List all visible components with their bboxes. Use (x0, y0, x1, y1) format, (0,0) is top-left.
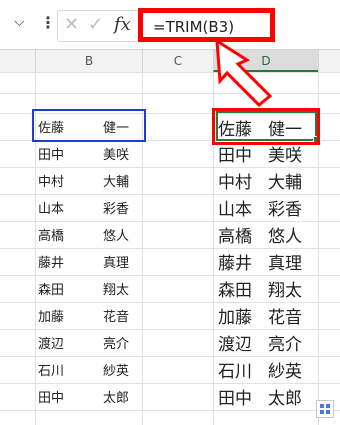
cell-given-name: 彩香 (268, 200, 302, 220)
cell-family-name: 森田 (218, 281, 252, 301)
cell-given-name: 紗英 (103, 364, 130, 379)
cell-d5[interactable]: 中村 大輔 (213, 168, 318, 194)
cell-given-name: 悠人 (103, 229, 130, 244)
cell-family-name: 中村 (38, 175, 65, 190)
namebox-dropdown-icon[interactable]: ⌵ (14, 14, 25, 30)
cell-given-name: 花音 (268, 308, 302, 328)
formula-bar: ⌵ ⋮ ✕ ✓ fx =TRIM(B3) (0, 0, 340, 49)
cell-b13[interactable]: 田中 太郎 (35, 387, 141, 413)
cell-family-name: 渡辺 (38, 337, 65, 352)
result-cell-highlight (212, 108, 320, 145)
more-options-icon[interactable]: ⋮ (40, 13, 56, 32)
column-header-e[interactable] (318, 50, 340, 72)
cell-family-name: 田中 (38, 148, 65, 163)
cell-given-name: 大輔 (268, 173, 302, 193)
cell-given-name: 真理 (268, 254, 302, 274)
cell-family-name: 渡辺 (218, 335, 252, 355)
cell-d7[interactable]: 高橋 悠人 (213, 222, 318, 248)
formula-text: =TRIM(B3) (153, 18, 235, 36)
quick-analysis-glyph (320, 404, 330, 414)
cell-b11[interactable]: 渡辺 亮介 (35, 333, 141, 359)
cell-d12[interactable]: 石川 紗英 (213, 357, 318, 383)
cell-given-name: 太郎 (103, 391, 130, 406)
cell-b5[interactable]: 中村 大輔 (35, 171, 141, 197)
quick-analysis-icon[interactable] (316, 400, 334, 418)
cell-b6[interactable]: 山本 彩香 (35, 198, 141, 224)
callout-arrow-icon (215, 38, 273, 108)
formula-input[interactable]: =TRIM(B3) (138, 8, 275, 42)
cell-given-name: 真理 (103, 256, 130, 271)
enter-icon[interactable]: ✓ (88, 14, 103, 35)
formula-controls: ✕ ✓ fx (57, 10, 139, 42)
cancel-icon[interactable]: ✕ (64, 14, 79, 35)
grid-hline (0, 72, 340, 73)
cell-b8[interactable]: 藤井 真理 (35, 252, 141, 278)
cell-family-name: 加藤 (218, 308, 252, 328)
cell-given-name: 亮介 (103, 337, 130, 352)
cell-family-name: 山本 (38, 202, 65, 217)
grid-hline (0, 93, 340, 94)
cell-b9[interactable]: 森田 翔太 (35, 279, 141, 305)
cell-family-name: 石川 (38, 364, 65, 379)
cell-family-name: 高橋 (38, 229, 65, 244)
cell-family-name: 森田 (38, 283, 65, 298)
cell-given-name: 翔太 (268, 281, 302, 301)
cell-given-name: 彩香 (103, 202, 130, 217)
cell-d10[interactable]: 加藤 花音 (213, 303, 318, 329)
cell-given-name: 花音 (103, 310, 130, 325)
cell-d11[interactable]: 渡辺 亮介 (213, 330, 318, 356)
cell-given-name: 亮介 (268, 335, 302, 355)
cell-given-name: 大輔 (103, 175, 130, 190)
cell-b4[interactable]: 田中 美咲 (35, 144, 141, 170)
cell-family-name: 加藤 (38, 310, 65, 325)
cell-given-name: 翔太 (103, 283, 130, 298)
cell-family-name: 中村 (218, 173, 252, 193)
cell-family-name: 石川 (218, 362, 252, 382)
cell-b7[interactable]: 高橋 悠人 (35, 225, 141, 251)
source-cell-highlight (32, 109, 146, 142)
cell-given-name: 悠人 (268, 227, 302, 247)
cell-family-name: 山本 (218, 200, 252, 220)
cell-b10[interactable]: 加藤 花音 (35, 306, 141, 332)
cell-family-name: 高橋 (218, 227, 252, 247)
cell-family-name: 藤井 (38, 256, 65, 271)
column-headers: B C D (0, 50, 340, 73)
cell-given-name: 美咲 (103, 148, 130, 163)
cell-given-name: 紗英 (268, 362, 302, 382)
cell-family-name: 田中 (218, 389, 252, 409)
cell-d9[interactable]: 森田 翔太 (213, 276, 318, 302)
cell-b12[interactable]: 石川 紗英 (35, 360, 141, 386)
cell-family-name: 藤井 (218, 254, 252, 274)
column-header-b[interactable]: B (35, 50, 142, 72)
cell-given-name: 太郎 (268, 389, 302, 409)
cell-d6[interactable]: 山本 彩香 (213, 195, 318, 221)
cell-d13[interactable]: 田中 太郎 (213, 384, 318, 410)
insert-function-button[interactable]: fx (114, 14, 131, 35)
cell-family-name: 田中 (38, 391, 65, 406)
cell-d8[interactable]: 藤井 真理 (213, 249, 318, 275)
